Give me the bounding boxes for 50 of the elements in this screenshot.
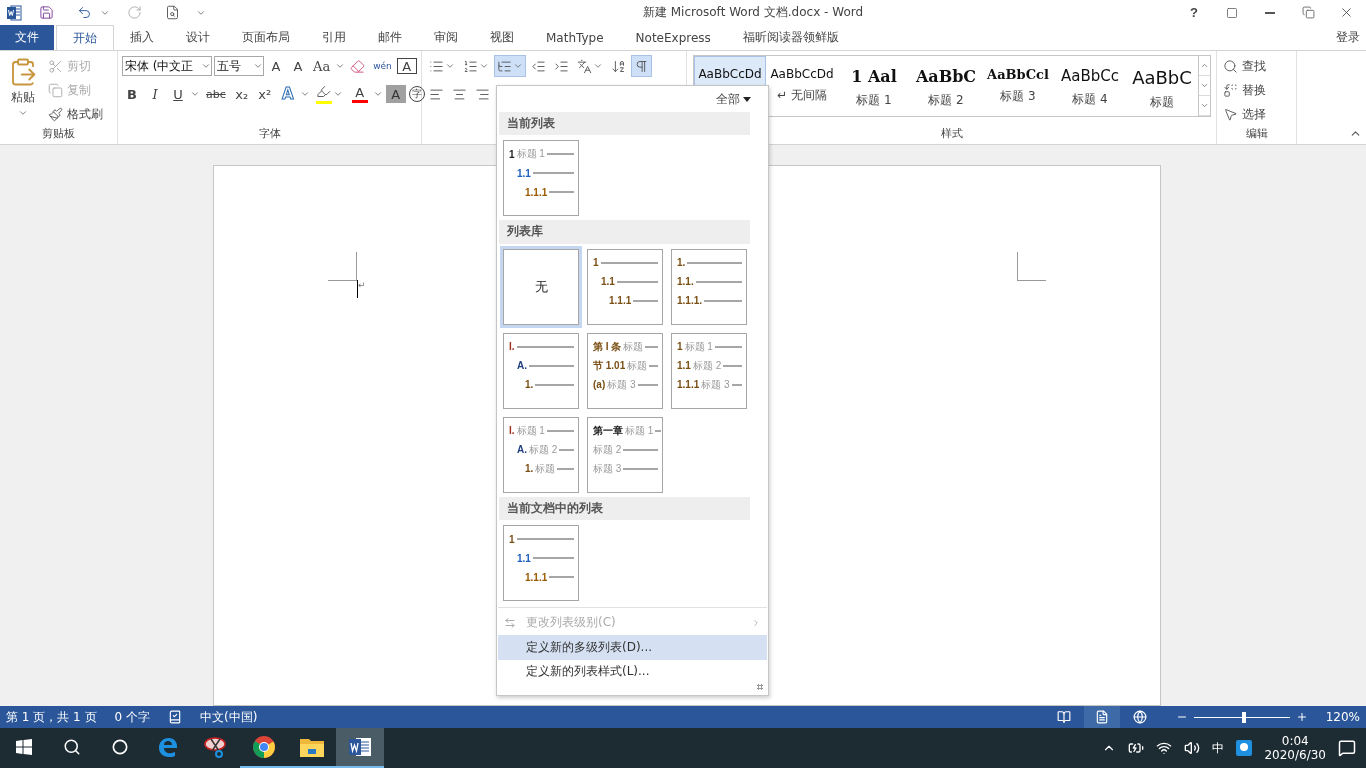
- group-label: 样式: [939, 126, 964, 142]
- list-number: 1.1.1: [525, 186, 548, 198]
- group-label: 编辑: [1244, 126, 1269, 142]
- list-number: 1.1.1.: [677, 295, 703, 307]
- list-number: 1.1: [517, 552, 531, 564]
- heading-label: 标题: [535, 461, 556, 476]
- heading-label: 标题: [623, 339, 644, 354]
- paragraph-mark: ↵: [358, 280, 366, 290]
- heading-label: 标题: [627, 358, 648, 373]
- list-number: 1.1: [677, 360, 691, 372]
- heading-label: 标题 1: [516, 423, 545, 438]
- list-number: A.: [517, 444, 527, 456]
- list-number: 1.1: [517, 167, 531, 179]
- list-number: 1.: [525, 463, 534, 475]
- heading-label: 标题 1: [625, 423, 654, 438]
- list-number: 1.1.: [677, 276, 694, 288]
- heading-label: 标题 1: [684, 339, 713, 354]
- none-label: 无: [534, 277, 548, 296]
- list-number: 1.: [677, 257, 686, 269]
- clock-date: 2020/6/30: [1264, 748, 1326, 762]
- heading-label: 标题 3: [607, 377, 636, 392]
- list-number: 1.: [525, 379, 534, 391]
- heading-label: 标题 3: [701, 377, 730, 392]
- list-number: I.: [509, 341, 515, 353]
- list-number: 1.1.1: [609, 295, 632, 307]
- heading-label: 标题 3: [593, 461, 622, 476]
- list-number: 1: [509, 148, 515, 160]
- group-label: 字体: [257, 126, 282, 142]
- list-number: (a): [593, 379, 606, 391]
- list-number: 1.1.1: [525, 571, 548, 583]
- list-number: 节 1.01: [593, 358, 626, 373]
- heading-label: 标题 2: [593, 442, 622, 457]
- list-number: 1: [593, 257, 599, 269]
- group-label: 剪贴板: [41, 126, 76, 142]
- heading-label: 标题 1: [516, 147, 545, 162]
- list-number: I.: [509, 425, 515, 437]
- window-title: 新建 Microsoft Word 文档.docx - Word: [641, 4, 865, 21]
- section-header: 列表库: [499, 220, 750, 244]
- section-header: 当前文档中的列表: [499, 496, 750, 521]
- list-number: 第一章: [593, 423, 623, 438]
- section-header: 当前列表: [499, 111, 750, 136]
- clock-time: 0:04: [1281, 734, 1309, 748]
- list-number: 1.1: [601, 276, 615, 288]
- list-number: 第 I 条: [593, 339, 622, 354]
- list-number: 1: [677, 341, 683, 353]
- heading-label: 标题 2: [692, 358, 722, 373]
- list-number: 1.1.1: [677, 379, 700, 391]
- list-number: A.: [517, 360, 527, 372]
- list-number: 1: [509, 533, 515, 545]
- heading-label: 标题 2: [529, 442, 558, 457]
